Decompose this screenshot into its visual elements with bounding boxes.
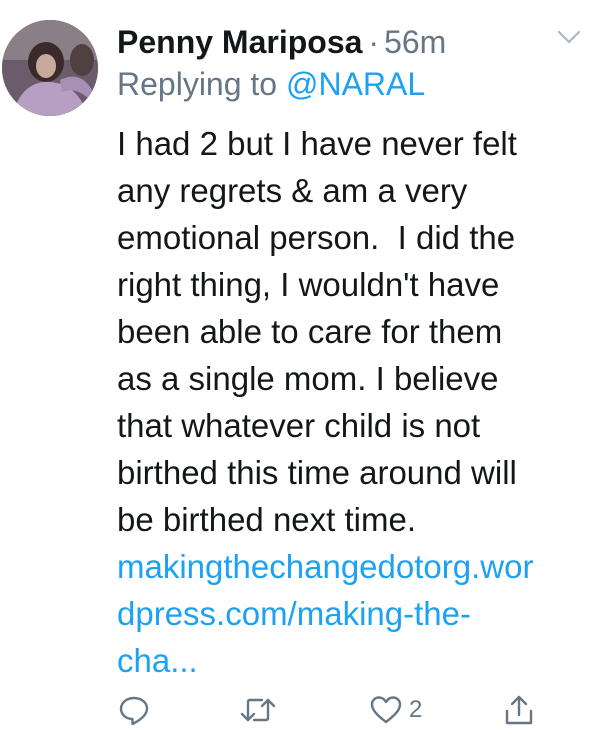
reply-button[interactable] <box>117 690 151 730</box>
tweet-link-line[interactable]: makingthechangedotorg.wor <box>117 543 587 590</box>
tweet-link-line[interactable]: dpress.com/making-the- <box>117 590 587 637</box>
tweet-text-line: right thing, I wouldn't have <box>117 266 500 303</box>
avatar[interactable] <box>2 20 98 116</box>
tweet-text-line: birthed this time around will <box>117 454 517 491</box>
replying-to: Replying to @NARAL <box>117 66 425 103</box>
reply-icon <box>119 696 149 726</box>
like-button[interactable]: 2 <box>369 690 422 730</box>
retweet-icon <box>240 698 276 722</box>
tweet-text-line: emotional person. I did the <box>117 219 516 256</box>
tweet-text-line: that whatever child is not <box>117 407 481 444</box>
tweet-text-line: be birthed next time. <box>117 501 416 538</box>
separator-dot: · <box>368 23 380 60</box>
heart-icon <box>370 696 402 724</box>
share-button[interactable] <box>503 690 535 730</box>
tweet-text-line: any regrets & am a very <box>117 172 468 209</box>
author-name[interactable]: Penny Mariposa <box>117 24 362 61</box>
share-icon <box>505 695 533 725</box>
chevron-down-icon[interactable] <box>556 28 582 46</box>
retweet-button[interactable] <box>239 690 277 730</box>
replying-handle[interactable]: @NARAL <box>286 66 425 102</box>
tweet-text-line: been able to care for them <box>117 313 503 350</box>
avatar-image <box>2 20 98 116</box>
tweet-text: I had 2 but I have never felt any regret… <box>117 120 587 684</box>
tweet-actions: 2 <box>117 690 557 730</box>
like-count: 2 <box>409 696 423 723</box>
replying-prefix: Replying to <box>117 66 278 102</box>
timestamp[interactable]: 56m <box>384 24 446 61</box>
tweet-link-line[interactable]: cha... <box>117 637 587 684</box>
tweet-text-line: as a single mom. I believe <box>117 360 499 397</box>
tweet-header: Penny Mariposa · 56m <box>117 20 537 64</box>
tweet-text-line: I had 2 but I have never felt <box>117 125 517 162</box>
